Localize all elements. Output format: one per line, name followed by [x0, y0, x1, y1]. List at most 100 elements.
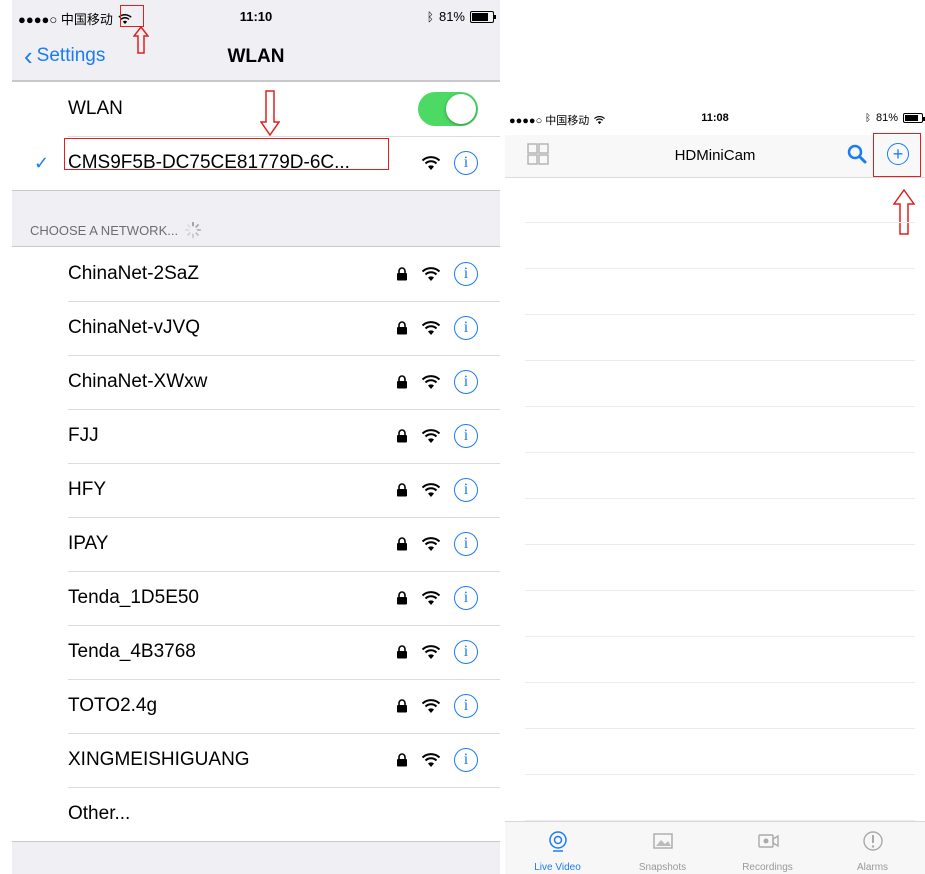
page-title: WLAN: [227, 46, 285, 67]
list-separator: [525, 314, 915, 315]
tab-label: Alarms: [856, 862, 889, 873]
row-icons: i: [396, 625, 478, 679]
network-name: HFY: [68, 479, 106, 500]
camera-lens-icon: [548, 831, 567, 852]
network-row[interactable]: ChinaNet-XWxw i: [12, 355, 500, 409]
info-icon[interactable]: i: [454, 748, 478, 772]
other-network-row[interactable]: Other...: [12, 787, 500, 841]
network-name: ChinaNet-2SaZ: [68, 263, 199, 284]
list-separator: [525, 268, 915, 269]
lock-icon: [397, 483, 407, 497]
annotation-arrow-up-icon: [893, 189, 915, 235]
checkmark-icon: ✓: [34, 152, 50, 173]
list-separator: [525, 222, 915, 223]
annotation-box-wifi: [120, 5, 144, 27]
row-icons: i: [396, 301, 478, 355]
image-icon: [652, 833, 673, 849]
row-icons: i: [396, 463, 478, 517]
network-row[interactable]: IPAY i: [12, 517, 500, 571]
battery-percent: 81%: [438, 9, 465, 24]
list-separator: [525, 728, 915, 729]
annotation-arrow-down-icon: [260, 90, 280, 136]
list-separator: [525, 544, 915, 545]
info-icon[interactable]: i: [454, 262, 478, 286]
info-icon[interactable]: i: [454, 586, 478, 610]
info-icon[interactable]: i: [454, 532, 478, 556]
battery-indicator: ᛒ 81%: [864, 112, 925, 124]
network-row[interactable]: Tenda_1D5E50 i: [12, 571, 500, 625]
info-icon[interactable]: i: [454, 316, 478, 340]
search-icon[interactable]: [847, 144, 867, 164]
wlan-toggle[interactable]: [418, 92, 478, 126]
battery-icon: [470, 10, 496, 23]
lock-icon: [397, 321, 407, 335]
network-row[interactable]: FJJ i: [12, 409, 500, 463]
network-row[interactable]: ChinaNet-vJVQ i: [12, 301, 500, 355]
network-name: Tenda_1D5E50: [68, 587, 199, 608]
wifi-icon: [421, 267, 441, 281]
lock-icon: [397, 753, 407, 767]
status-bar: ●●●●○ 中国移动 11:10 ᛒ 81%: [12, 0, 500, 36]
video-camera-icon: [757, 834, 779, 848]
lock-icon: [397, 699, 407, 713]
list-separator: [525, 590, 915, 591]
info-icon[interactable]: i: [454, 640, 478, 664]
info-icon[interactable]: i: [454, 694, 478, 718]
hdminicam-screen: ●●●●○ 中国移动 11:08 ᛒ 81% HDMiniCam + Live …: [505, 103, 925, 874]
info-icon[interactable]: i: [454, 478, 478, 502]
network-name: FJJ: [68, 425, 99, 446]
annotation-arrow-up-icon: [133, 26, 149, 54]
tab-live-video[interactable]: Live Video: [505, 822, 610, 874]
network-row[interactable]: ChinaNet-2SaZ i: [12, 247, 500, 301]
row-icons: i: [396, 733, 478, 787]
list-separator: [525, 360, 915, 361]
alert-icon: [862, 831, 883, 851]
info-icon[interactable]: i: [454, 424, 478, 448]
list-separator: [525, 498, 915, 499]
tab-alarms[interactable]: Alarms: [820, 822, 925, 874]
list-separator: [525, 682, 915, 683]
network-row[interactable]: XINGMEISHIGUANG i: [12, 733, 500, 787]
wifi-icon: [421, 645, 441, 659]
tab-recordings[interactable]: Recordings: [715, 822, 820, 874]
wifi-icon: [421, 699, 441, 713]
list-separator: [525, 452, 915, 453]
toggle-knob: [446, 94, 476, 124]
info-icon[interactable]: i: [454, 151, 478, 175]
info-icon[interactable]: i: [454, 370, 478, 394]
wifi-icon: [421, 537, 441, 551]
row-icons: i: [396, 409, 478, 463]
wifi-icon: [421, 753, 441, 767]
section-header-label: CHOOSE A NETWORK...: [30, 222, 179, 238]
wifi-icon: [421, 591, 441, 605]
network-row[interactable]: HFY i: [12, 463, 500, 517]
network-row[interactable]: TOTO2.4g i: [12, 679, 500, 733]
nav-bar: HDMiniCam +: [505, 135, 925, 178]
lock-icon: [397, 645, 407, 659]
bluetooth-icon: ᛒ: [864, 112, 871, 124]
section-header: CHOOSE A NETWORK...: [30, 221, 202, 239]
wlan-settings-screen: ●●●●○ 中国移动 11:10 ᛒ 81% ‹ Settings WLAN W…: [12, 0, 500, 874]
lock-icon: [397, 591, 407, 605]
lock-icon: [397, 429, 407, 443]
battery-icon: [903, 113, 925, 123]
wifi-icon: [421, 156, 441, 170]
lock-icon: [397, 267, 407, 281]
tab-bar: Live Video Snapshots Recordings Alarms: [505, 821, 925, 874]
list-separator: [525, 774, 915, 775]
network-name: ChinaNet-XWxw: [68, 371, 208, 392]
network-name: Tenda_4B3768: [68, 641, 196, 662]
nav-bar: ‹ Settings WLAN: [12, 36, 500, 81]
row-icons: i: [396, 517, 478, 571]
tab-label: Live Video: [534, 862, 581, 873]
wifi-icon: [421, 429, 441, 443]
network-name: IPAY: [68, 533, 109, 554]
network-list: ChinaNet-2SaZ i ChinaNet-vJVQ i ChinaNet-XWx…: [12, 246, 500, 842]
network-row[interactable]: Tenda_4B3768 i: [12, 625, 500, 679]
battery-indicator: ᛒ 81%: [427, 9, 496, 24]
status-bar: ●●●●○ 中国移动 11:08 ᛒ 81%: [505, 103, 925, 135]
row-icons: i: [396, 355, 478, 409]
wlan-label: WLAN: [68, 98, 123, 119]
tab-snapshots[interactable]: Snapshots: [610, 822, 715, 874]
lock-icon: [397, 537, 407, 551]
